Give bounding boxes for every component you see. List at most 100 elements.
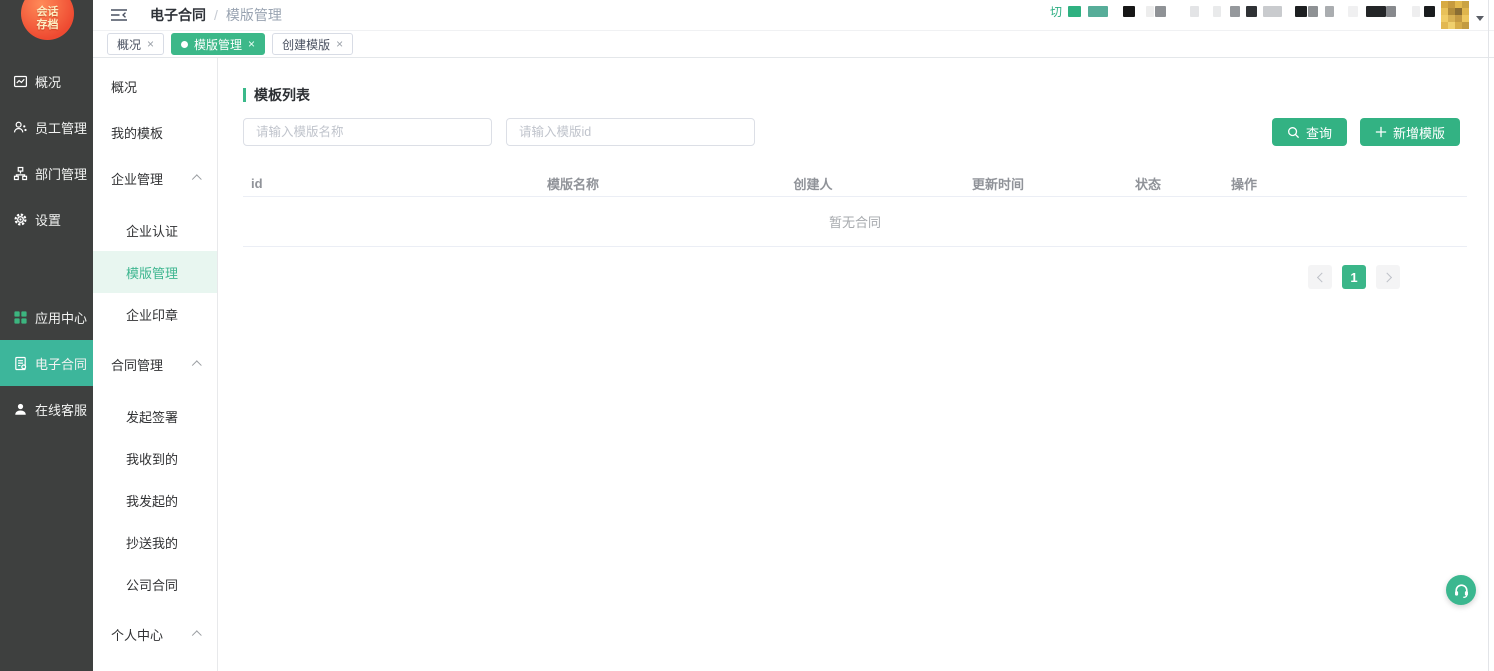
search-button[interactable]: 查询 (1272, 118, 1347, 146)
tab-close-icon[interactable]: × (147, 38, 154, 50)
departments-icon (12, 165, 28, 181)
breadcrumb-current: 模版管理 (226, 5, 282, 25)
chevron-up-icon (192, 630, 202, 640)
avatar-pixel (1448, 22, 1455, 29)
redacted-text-block (1386, 6, 1396, 17)
subnav-item-enterprise-management[interactable]: 企业管理 (93, 155, 217, 201)
redacted-text-block (1088, 6, 1108, 17)
subnav-label: 企业认证 (126, 221, 178, 240)
customer-service-button[interactable] (1446, 575, 1476, 605)
avatar-pixel (1462, 15, 1469, 22)
avatar-pixel (1448, 15, 1455, 22)
tab-create-template[interactable]: 创建模版 × (272, 33, 353, 55)
top-header: 电子合同 / 模版管理 切 (93, 0, 1494, 31)
subnav-item-enterprise-certification[interactable]: 企业认证 (93, 209, 217, 251)
tab-label: 概况 (117, 36, 141, 53)
app-logo[interactable]: 会话 存档 (21, 0, 74, 40)
sidebar-item-app-center[interactable]: 应用中心 (0, 294, 93, 340)
subnav-label: 模版管理 (126, 263, 178, 282)
redacted-text-block (1230, 6, 1240, 17)
pagination-page-1[interactable]: 1 (1342, 265, 1366, 289)
redacted-text-block (1295, 6, 1307, 17)
sidebar-item-settings[interactable]: 设置 (0, 196, 93, 242)
subnav-item-company-contracts[interactable]: 公司合同 (93, 563, 217, 605)
filter-buttons: 查询 新增模版 (1272, 118, 1460, 146)
subnav-item-overview[interactable]: 概况 (93, 63, 217, 109)
breadcrumb-separator: / (214, 7, 218, 23)
column-header-creator: 创建人 (713, 174, 913, 193)
subnav-item-received[interactable]: 我收到的 (93, 437, 217, 479)
primary-sidebar: 会话 存档 概况 员工管理 部门管理 设置 (0, 0, 93, 671)
redacted-text-block (1213, 6, 1221, 17)
tab-close-icon[interactable]: × (248, 38, 255, 50)
sidebar-item-departments[interactable]: 部门管理 (0, 150, 93, 196)
avatar-pixel (1462, 22, 1469, 29)
column-header-actions: 操作 (1213, 174, 1467, 193)
sidebar-item-label: 应用中心 (35, 308, 87, 327)
avatar-pixel (1455, 15, 1462, 22)
tab-label: 模版管理 (194, 36, 242, 53)
chevron-left-icon (1316, 272, 1326, 282)
employees-icon (12, 119, 28, 135)
logo-text-line2: 存档 (37, 19, 59, 33)
template-id-input[interactable] (506, 118, 755, 146)
sidebar-item-online-service[interactable]: 在线客服 (0, 386, 93, 432)
tab-overview[interactable]: 概况 × (107, 33, 164, 55)
add-template-button[interactable]: 新增模版 (1360, 118, 1460, 146)
subnav-item-contract-management[interactable]: 合同管理 (93, 341, 217, 387)
avatar-pixel (1448, 1, 1455, 8)
tab-label: 创建模版 (282, 36, 330, 53)
template-name-input[interactable] (243, 118, 492, 146)
sidebar-item-employees[interactable]: 员工管理 (0, 104, 93, 150)
redacted-text-block (1366, 6, 1386, 17)
sidebar-item-e-contract[interactable]: 电子合同 (0, 340, 93, 386)
tab-close-icon[interactable]: × (336, 38, 343, 50)
plus-icon (1375, 126, 1387, 138)
subnav-label: 抄送我的 (126, 533, 178, 552)
subnav-item-template-management[interactable]: 模版管理 (93, 251, 217, 293)
scrollbar-track-edge (1488, 0, 1489, 671)
redacted-green-text[interactable]: 切 (1050, 3, 1062, 20)
redacted-text-block (1146, 6, 1154, 17)
redacted-text-block (1068, 6, 1081, 17)
avatar-pixel (1441, 8, 1448, 15)
subnav-label: 企业管理 (111, 169, 163, 188)
subnav-item-initiated-by-me[interactable]: 我发起的 (93, 479, 217, 521)
subnav-label: 概况 (111, 77, 137, 96)
sidebar-item-label: 部门管理 (35, 164, 87, 183)
header-right: 切 (1050, 1, 1484, 29)
page-title: 模板列表 (254, 85, 310, 105)
avatar-pixel (1462, 1, 1469, 8)
redacted-text-block (1155, 6, 1166, 17)
avatar[interactable] (1441, 1, 1469, 29)
subnav-item-my-templates[interactable]: 我的模板 (93, 109, 217, 155)
pagination-next-button[interactable] (1376, 265, 1400, 289)
column-header-status: 状态 (1083, 174, 1213, 193)
table-empty-state: 暂无合同 (243, 197, 1467, 247)
breadcrumb-root[interactable]: 电子合同 (150, 5, 206, 25)
active-tab-dot-icon (181, 41, 188, 48)
subnav-item-enterprise-seal[interactable]: 企业印章 (93, 293, 217, 335)
subnav-item-personal-center[interactable]: 个人中心 (93, 611, 217, 657)
chevron-right-icon (1382, 272, 1392, 282)
column-header-id: id (243, 176, 433, 191)
redacted-text-block (1123, 6, 1135, 17)
subnav-item-cc-to-me[interactable]: 抄送我的 (93, 521, 217, 563)
avatar-pixel (1448, 8, 1455, 15)
pagination: 1 (243, 265, 1400, 289)
collapse-sidebar-icon[interactable] (110, 8, 128, 22)
subnav-label: 合同管理 (111, 355, 163, 374)
sidebar-item-overview[interactable]: 概况 (0, 58, 93, 104)
headset-icon (1453, 582, 1470, 599)
tab-template-management[interactable]: 模版管理 × (171, 33, 265, 55)
sidebar-item-label: 概况 (35, 72, 61, 91)
main-content: 模板列表 查询 新增模版 id 模版名称 创建人 更新时间 (218, 58, 1488, 671)
subnav-label: 我收到的 (126, 449, 178, 468)
chevron-down-icon[interactable] (1476, 16, 1484, 21)
subnav-label: 我发起的 (126, 491, 178, 510)
avatar-pixel (1441, 1, 1448, 8)
logo-text-line1: 会话 (37, 6, 59, 20)
subnav-item-initiate-signing[interactable]: 发起签署 (93, 395, 217, 437)
search-button-label: 查询 (1306, 123, 1332, 142)
pagination-prev-button[interactable] (1308, 265, 1332, 289)
